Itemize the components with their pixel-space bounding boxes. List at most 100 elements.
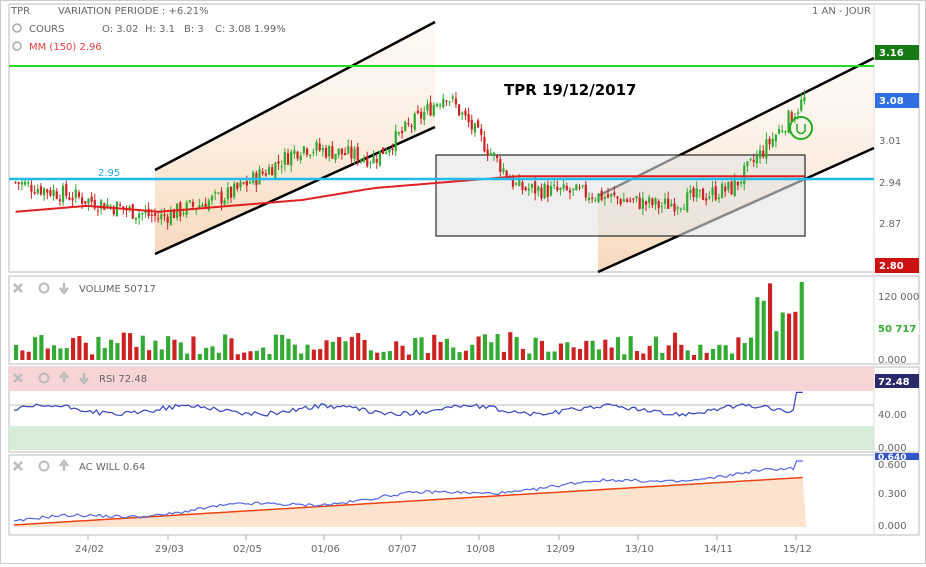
volume-bar [634,351,640,360]
candle-body [489,153,492,156]
volume-bar [660,352,665,360]
volume-bar [26,351,31,360]
volume-bar [767,283,773,360]
volume-bar [109,339,114,360]
period-label[interactable]: 1 AN - JOUR [812,6,871,17]
volume-bar [552,351,557,360]
candle-body [296,151,299,159]
candle-body [55,191,58,199]
chart-window: 2.95 TPR 19/12/2017 TPR VARIATION PERIOD… [0,0,926,564]
candle-body [755,155,759,164]
volume-title: VOLUME 50717 [79,284,156,295]
candle-body [606,194,610,198]
volume-bar [609,347,614,360]
candle-body [258,169,261,185]
candle-body [758,150,762,159]
x-tick-label: 29/03 [155,544,184,555]
volume-bar [603,339,608,360]
candle-body [283,152,286,165]
volume-bar [755,297,760,360]
candle-body [429,102,432,116]
candle-body [537,186,540,191]
candle-body [141,213,144,215]
candle-body [667,198,670,209]
volume-bar [242,352,247,360]
candle-body [619,199,622,205]
volume-bar [216,352,221,360]
volume-bar [742,343,747,360]
candle-body [385,152,388,154]
candle-body [473,123,477,133]
candle-body [464,110,467,116]
volume-bar [786,313,792,360]
volume-bar [261,347,266,360]
candle-body [280,166,283,168]
volume-bar [717,344,722,360]
volume-bar [280,334,285,360]
candle-body [762,150,765,157]
candle-body [68,197,71,200]
volume-bar [413,337,418,360]
candle-body [397,132,401,134]
candle-body [369,162,372,164]
volume-bar [628,336,633,360]
candle-body [17,182,20,184]
candle-body [597,193,600,202]
volume-bar [470,344,475,360]
candle-body [217,192,220,194]
candle-body [559,187,562,190]
chart-canvas[interactable]: 2.95 TPR 19/12/2017 TPR VARIATION PERIOD… [0,0,926,564]
volume-bar [546,351,551,360]
volume-bar [761,300,766,360]
candle-body [293,150,296,154]
candle-body [416,110,420,113]
volume-bar [248,351,253,360]
close-value: C: 3.08 1.99% [215,24,286,35]
volume-bar [729,353,735,360]
candle-body [134,217,138,220]
candle-body [568,190,572,193]
x-tick-label: 15/12 [783,544,812,555]
x-tick-label: 24/02 [75,544,104,555]
candle-body [540,187,543,199]
volume-bar [185,353,190,360]
candle-body [461,112,464,115]
volume-tick-max: 120 000 [878,292,919,303]
volume-bar [305,344,310,360]
candle-body [147,208,150,216]
volume-bar [330,341,335,360]
candle-body [701,188,705,200]
candle-body [534,181,537,194]
candle-body [299,155,302,160]
candle-body [378,150,382,166]
candle-body [391,148,394,151]
candle-body [337,148,340,156]
volume-bar [444,338,449,360]
candle-body [65,183,68,196]
candle-body [366,156,369,167]
volume-bar [799,282,804,360]
candle-body [724,186,727,192]
volume-bar [134,346,139,360]
volume-bar [698,344,703,360]
volume-bar [64,348,69,360]
candle-body [138,213,141,219]
volume-bar [622,354,627,360]
low-value: B: 3 [184,24,204,35]
candle-body [236,183,239,189]
support-label: 2.95 [98,168,120,179]
price-tick-2.87: 2.87 [879,219,901,230]
candle-body [610,193,613,197]
candle-body [556,186,559,191]
candle-body [419,111,423,119]
candle-body [622,199,625,202]
candle-body [381,147,385,155]
volume-bar [128,333,133,360]
candle-body [245,180,248,186]
volume-bar [324,340,329,360]
acwill-tick-0.6: 0.600 [878,460,907,471]
cours-label: COURS [29,24,64,35]
candle-body [720,183,724,198]
candle-body [331,146,334,159]
candle-body [708,196,711,199]
